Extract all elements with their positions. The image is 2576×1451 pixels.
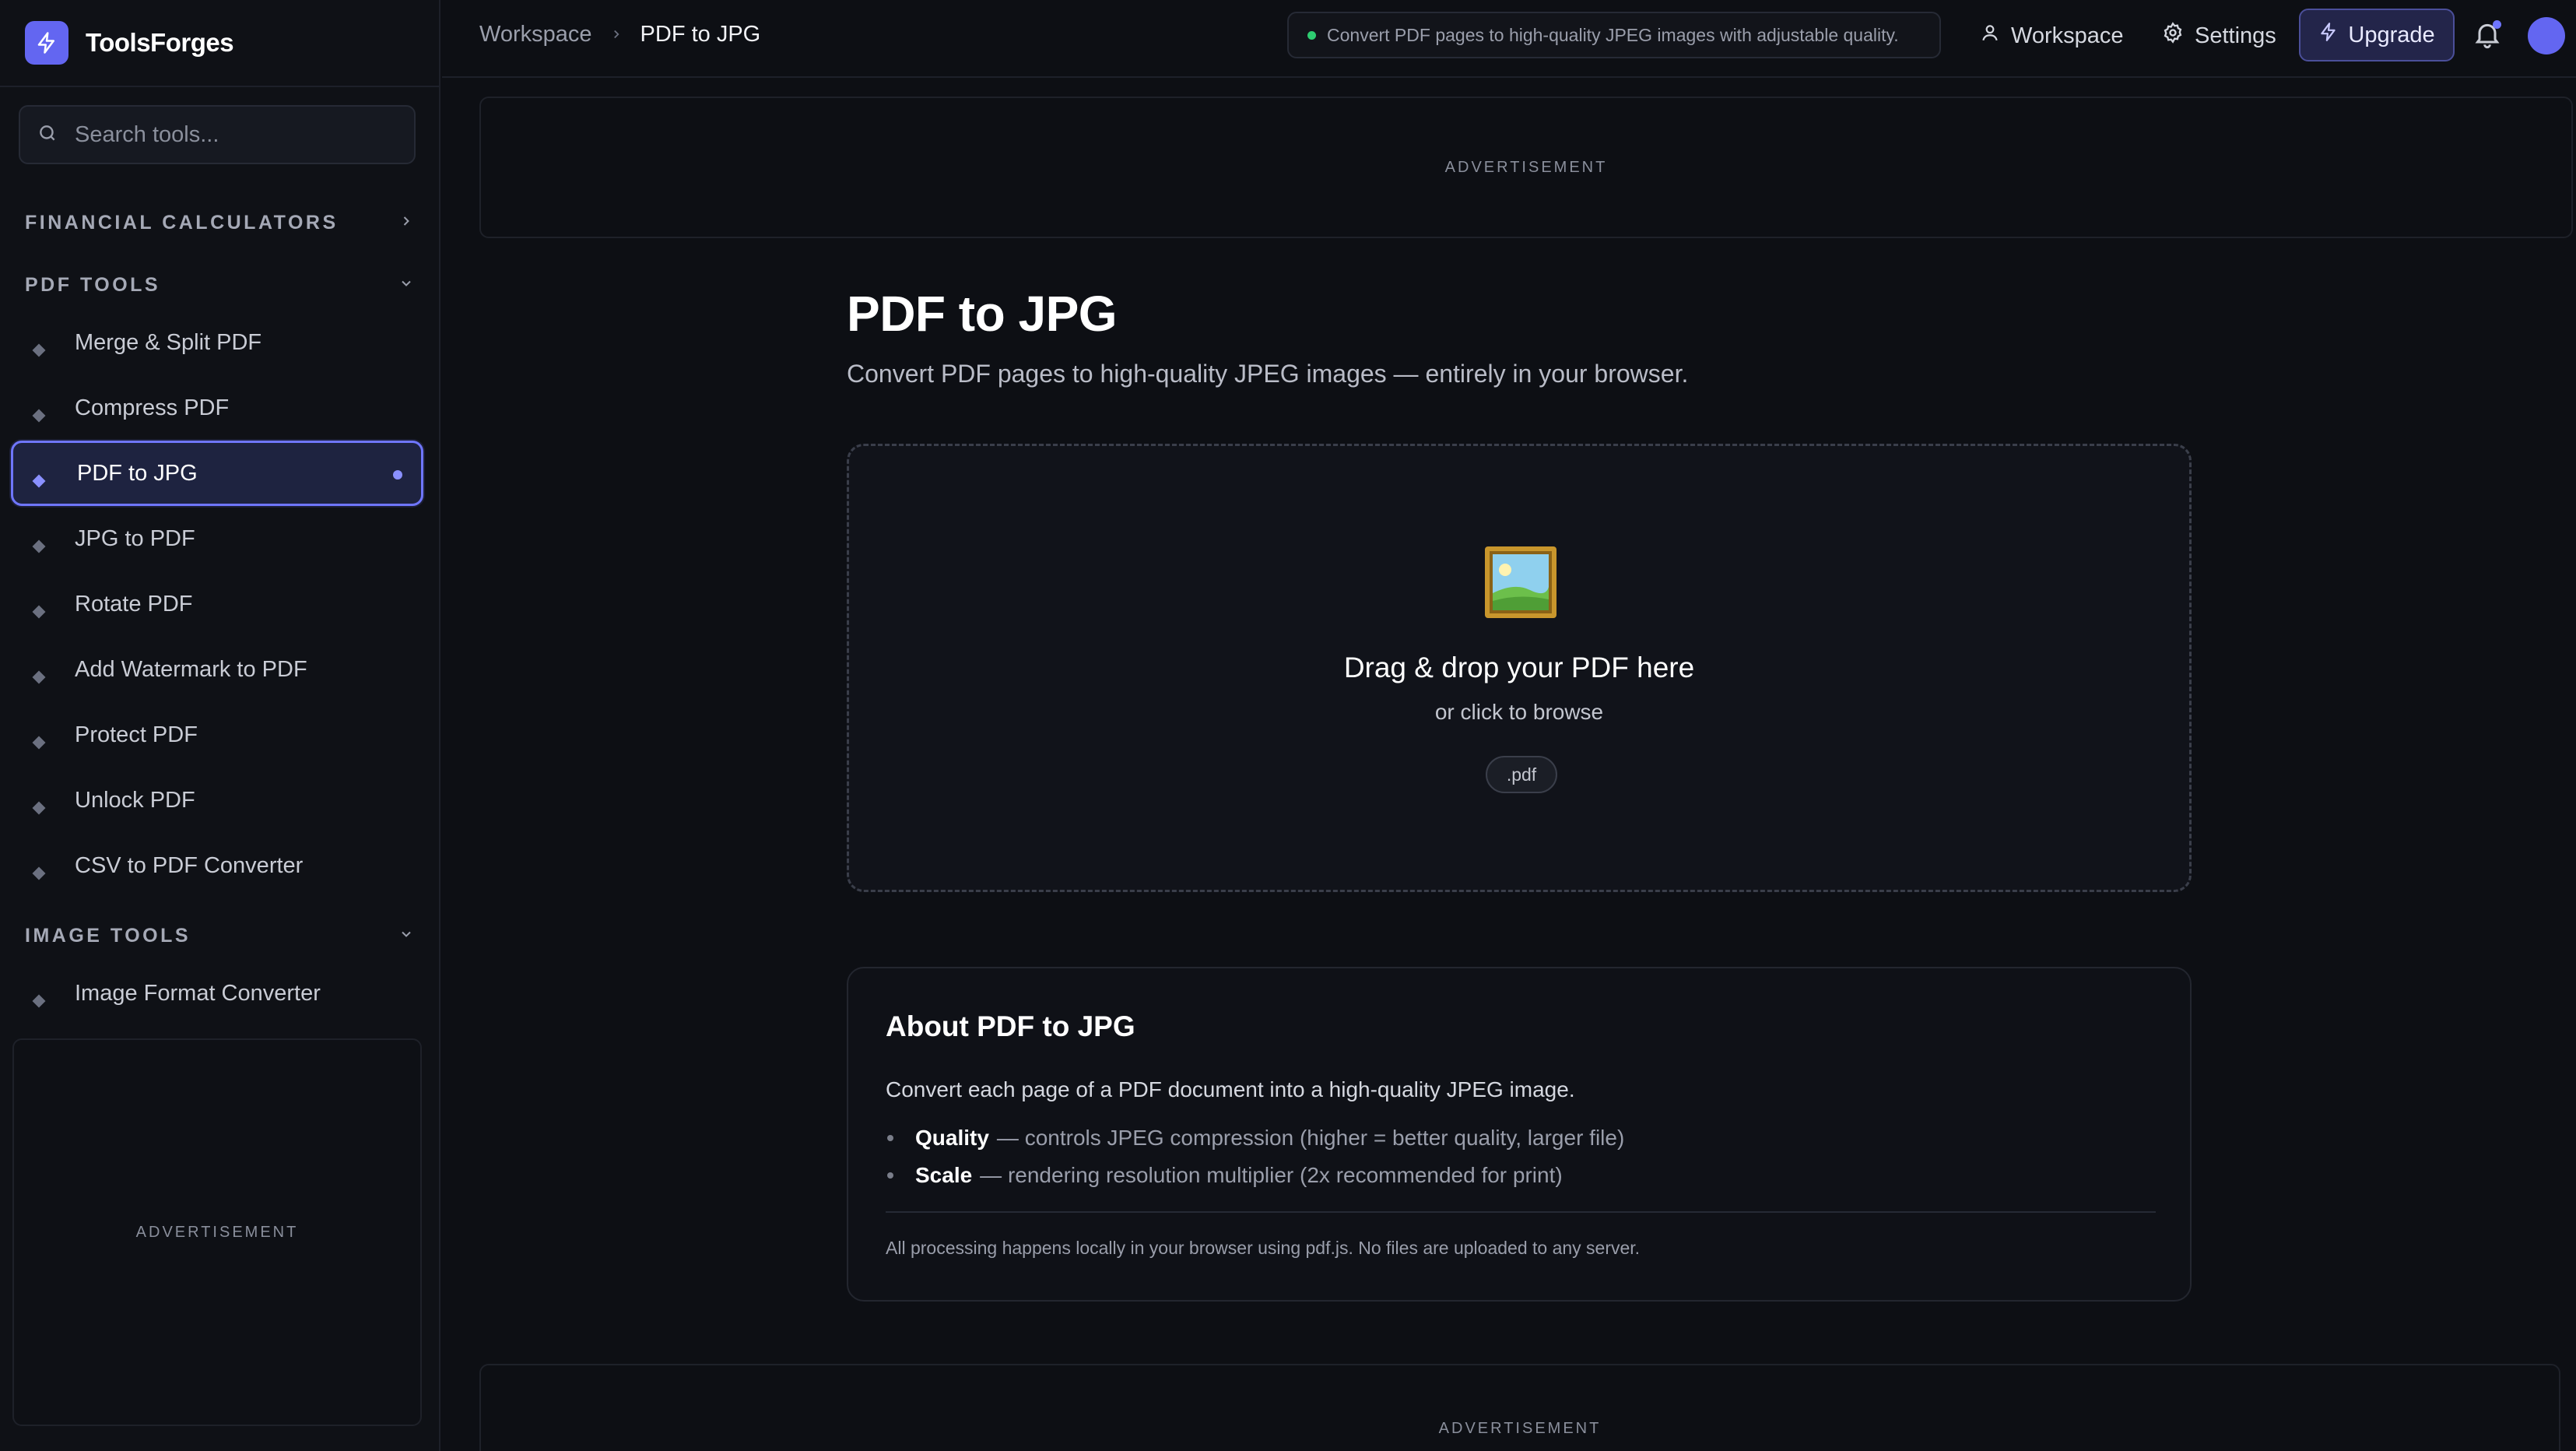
tool-tagline: Convert PDF pages to high-quality JPEG i… — [1287, 12, 1941, 58]
sidebar-advertisement: ADVERTISEMENT — [12, 1038, 422, 1426]
bullet-term: Quality — [915, 1126, 989, 1150]
diamond-icon — [32, 994, 46, 1008]
sidebar-item-compress-pdf[interactable]: Compress PDF — [11, 375, 423, 441]
gear-icon — [2162, 22, 2184, 50]
bolt-icon — [2318, 22, 2339, 48]
active-indicator-dot — [393, 470, 402, 480]
sidebar-item-label: Merge & Split PDF — [75, 329, 262, 355]
sidebar-item-label: Rotate PDF — [75, 591, 193, 617]
sidebar-item-csv-to-pdf[interactable]: CSV to PDF Converter — [11, 833, 423, 898]
topbar: Workspace PDF to JPG Convert PDF pages t… — [442, 0, 2576, 78]
sidebar-item-label: CSV to PDF Converter — [75, 852, 304, 878]
sidebar-item-label: Unlock PDF — [75, 787, 195, 813]
bottom-advertisement: ADVERTISEMENT — [479, 1364, 2560, 1451]
diamond-icon — [32, 343, 46, 357]
bell-icon — [2472, 23, 2503, 53]
sidebar-item-add-watermark[interactable]: Add Watermark to PDF — [11, 637, 423, 702]
framed-picture-icon — [1483, 545, 1558, 620]
about-card: About PDF to JPG Convert each page of a … — [847, 967, 2192, 1302]
sidebar-item-label: Compress PDF — [75, 395, 230, 420]
section-financial-calculators[interactable]: FINANCIAL CALCULATORS — [25, 207, 414, 238]
sidebar-item-rotate-pdf[interactable]: Rotate PDF — [11, 571, 423, 637]
search-box[interactable] — [19, 105, 416, 164]
diamond-icon — [32, 605, 46, 619]
section-title: PDF TOOLS — [25, 273, 161, 296]
search-icon — [37, 123, 58, 147]
sidebar: ToolsForges FINANCIAL CALCULATORS PDF TO… — [0, 0, 440, 1451]
section-title: IMAGE TOOLS — [25, 924, 191, 947]
page-title: PDF to JPG — [847, 286, 1118, 342]
section-title: FINANCIAL CALCULATORS — [25, 211, 339, 234]
diamond-icon — [32, 866, 46, 880]
notifications-button[interactable] — [2472, 19, 2506, 53]
chevron-right-icon — [609, 22, 623, 47]
status-dot — [1307, 30, 1316, 40]
section-image-tools[interactable]: IMAGE TOOLS — [25, 920, 414, 951]
notification-dot — [2493, 20, 2501, 29]
bolt-logo-icon — [25, 21, 68, 65]
diamond-icon — [32, 801, 46, 815]
diamond-icon — [32, 474, 46, 488]
file-dropzone[interactable]: Drag & drop your PDF here or click to br… — [847, 444, 2192, 892]
sidebar-item-merge-split-pdf[interactable]: Merge & Split PDF — [11, 310, 423, 375]
bullet-term: Scale — [915, 1163, 973, 1187]
sidebar-item-label: JPG to PDF — [75, 525, 195, 551]
workspace-label: Workspace — [2011, 23, 2124, 48]
dropzone-subtitle: or click to browse — [1434, 700, 1604, 724]
section-pdf-tools[interactable]: PDF TOOLS — [25, 269, 414, 300]
sidebar-item-image-format-converter[interactable]: Image Format Converter — [11, 961, 423, 1026]
sidebar-item-jpg-to-pdf[interactable]: JPG to PDF — [11, 506, 423, 571]
chevron-right-icon — [398, 212, 414, 234]
diamond-icon — [32, 409, 46, 423]
list-item: Quality — controls JPEG compression (hig… — [886, 1119, 1624, 1157]
diamond-icon — [32, 539, 46, 553]
sidebar-item-label: Protect PDF — [75, 722, 198, 747]
divider — [886, 1211, 2156, 1213]
upgrade-button[interactable]: Upgrade — [2299, 9, 2455, 61]
breadcrumb-workspace[interactable]: Workspace — [479, 22, 592, 47]
about-bullets: Quality — controls JPEG compression (hig… — [886, 1119, 1624, 1194]
breadcrumb-current: PDF to JPG — [640, 22, 761, 47]
bullet-text: — rendering resolution multiplier (2x re… — [980, 1163, 1563, 1187]
search-input[interactable] — [75, 121, 402, 148]
sidebar-item-pdf-to-jpg[interactable]: PDF to JPG — [11, 441, 423, 506]
sidebar-item-protect-pdf[interactable]: Protect PDF — [11, 702, 423, 768]
diamond-icon — [32, 670, 46, 684]
dropzone-title: Drag & drop your PDF here — [1343, 652, 1695, 683]
user-icon — [1980, 23, 2000, 49]
upgrade-label: Upgrade — [2348, 22, 2435, 47]
sidebar-item-label: Add Watermark to PDF — [75, 656, 307, 682]
sidebar-item-label: Image Format Converter — [75, 980, 321, 1006]
sidebar-item-label: PDF to JPG — [77, 460, 198, 486]
brand[interactable]: ToolsForges — [0, 0, 439, 87]
brand-name: ToolsForges — [86, 28, 234, 57]
about-footnote: All processing happens locally in your b… — [886, 1238, 1641, 1258]
breadcrumb: Workspace PDF to JPG — [479, 22, 760, 47]
page-subtitle: Convert PDF pages to high-quality JPEG i… — [847, 360, 1689, 388]
app-root: ToolsForges FINANCIAL CALCULATORS PDF TO… — [0, 0, 2576, 1451]
about-title: About PDF to JPG — [886, 1010, 1135, 1042]
chevron-down-icon — [398, 274, 414, 297]
about-description: Convert each page of a PDF document into… — [886, 1077, 1575, 1101]
top-advertisement: ADVERTISEMENT — [479, 97, 2573, 238]
bullet-text: — controls JPEG compression (higher = be… — [996, 1126, 1625, 1150]
workspace-button[interactable]: Workspace — [1980, 19, 2124, 53]
settings-label: Settings — [2195, 23, 2276, 48]
tagline-text: Convert PDF pages to high-quality JPEG i… — [1327, 24, 1899, 45]
list-item: Scale — rendering resolution multiplier … — [886, 1157, 1624, 1194]
settings-button[interactable]: Settings — [2162, 19, 2276, 53]
diamond-icon — [32, 736, 46, 750]
chevron-down-icon — [398, 925, 414, 947]
avatar[interactable] — [2528, 17, 2565, 54]
sidebar-item-unlock-pdf[interactable]: Unlock PDF — [11, 768, 423, 833]
file-type-badge: .pdf — [1486, 756, 1557, 793]
